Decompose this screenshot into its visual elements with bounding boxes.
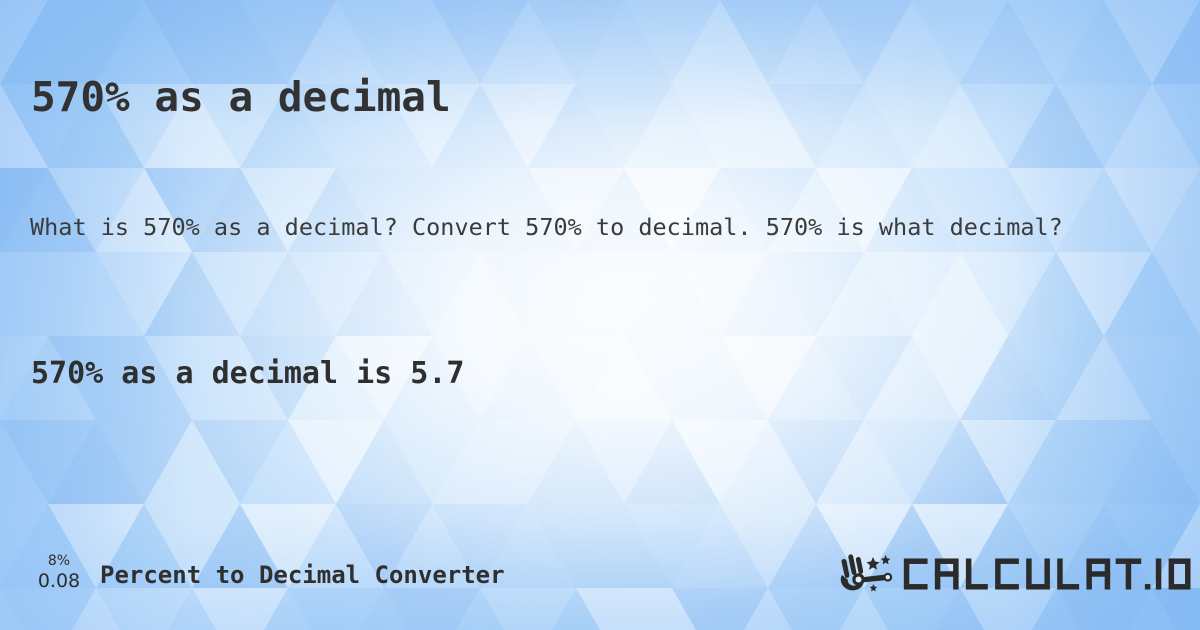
footer-branding-left: 8% 0.08 Percent to Decimal Converter: [30, 546, 505, 602]
magic-wand-hand-icon: [840, 554, 892, 592]
site-logo: CALCULAT.IO: [838, 548, 1192, 600]
page-title: 570% as a decimal: [31, 73, 451, 122]
brand-wordmark-calculatio: CALCULAT.IO: [903, 558, 1191, 590]
page-description: What is 570% as a decimal? Convert 570% …: [30, 212, 1063, 241]
share-card: 570% as a decimal What is 570% as a deci…: [0, 0, 1200, 630]
percent-to-decimal-icon: 8% 0.08: [30, 550, 88, 598]
percent-icon-top-value: 8%: [47, 553, 71, 569]
footer: 8% 0.08 Percent to Decimal Converter: [0, 546, 1200, 606]
converter-name-label: Percent to Decimal Converter: [100, 561, 505, 589]
answer-statement: 570% as a decimal is 5.7: [31, 356, 465, 391]
percent-icon-bottom-value: 0.08: [37, 570, 81, 592]
